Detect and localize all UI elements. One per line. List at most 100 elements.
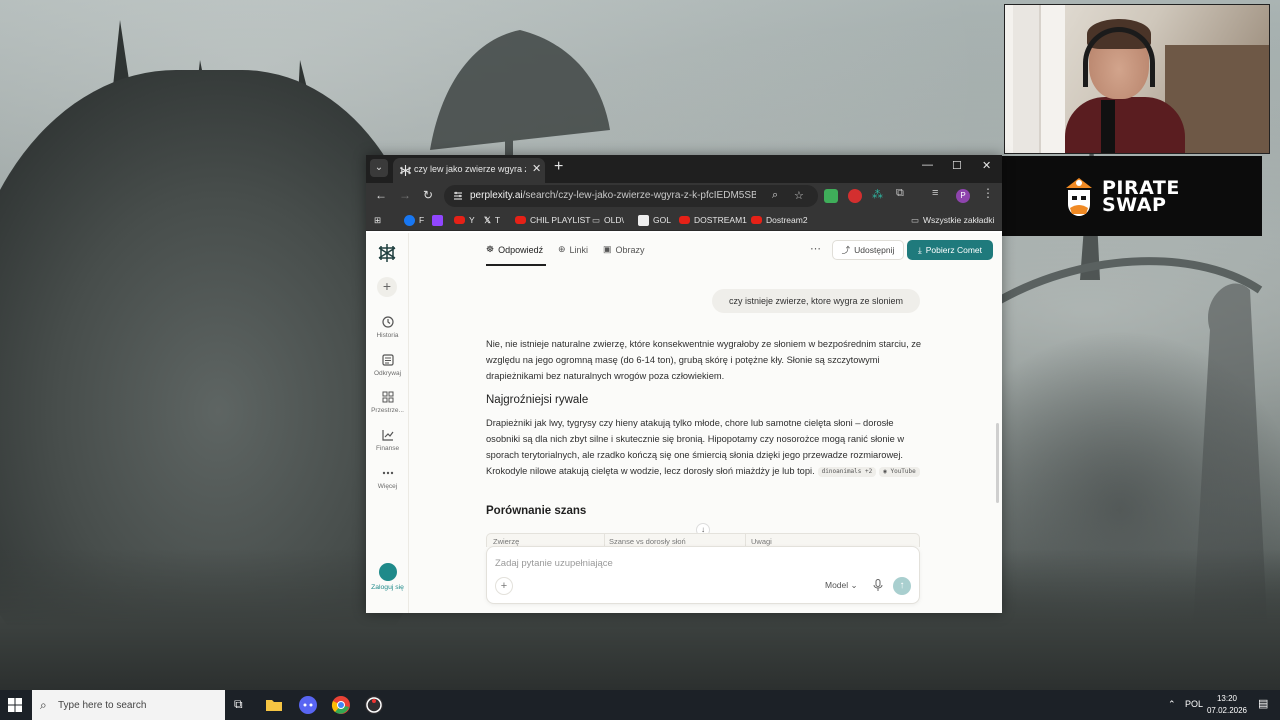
model-selector[interactable]: Model ⌄	[825, 580, 858, 591]
browser-menu-icon[interactable]: ⋮	[982, 186, 996, 200]
send-button[interactable]: ↑	[893, 577, 911, 595]
tray-overflow-icon[interactable]: ⌃	[1168, 699, 1176, 710]
bookmark-x[interactable]: 𝕏T	[484, 213, 500, 227]
sidebar-item-finance[interactable]: Finanse	[366, 428, 409, 452]
sidebar-item-spaces[interactable]: Przestrze...	[366, 390, 409, 414]
bookmark-label: Y	[469, 215, 475, 225]
citation-badge-youtube[interactable]: ◉ YouTube	[879, 467, 920, 477]
bookmark-gol[interactable]: GOL	[638, 213, 671, 227]
table-header-cell: Zwierzę	[493, 537, 520, 546]
tab-links[interactable]: ⊕ Linki	[558, 244, 588, 255]
new-thread-button[interactable]: +	[377, 277, 397, 297]
follow-up-input[interactable]	[495, 555, 895, 571]
media-control-icon[interactable]: ≡	[932, 187, 946, 201]
tab-images[interactable]: ▣ Obrazy	[603, 244, 645, 255]
folder-icon: ▭	[911, 214, 920, 225]
chrome-icon[interactable]	[331, 695, 351, 715]
maximize-icon[interactable]: ☐	[952, 159, 962, 172]
tab-close-icon[interactable]: ✕	[532, 162, 541, 175]
perplexity-favicon-icon	[400, 165, 411, 176]
reload-icon[interactable]: ↻	[423, 188, 433, 202]
minimize-icon[interactable]: —	[922, 159, 933, 171]
bookmark-label: OLD\	[604, 215, 624, 225]
bookmark-label: Wszystkie zakładki	[923, 215, 995, 225]
main-content: ☸ Odpowiedź ⊕ Linki ▣ Obrazy ⋯ ⤴ Udostępnij …	[410, 233, 1002, 613]
discord-icon[interactable]	[298, 695, 318, 715]
obs-icon[interactable]	[364, 695, 384, 715]
translate-extension-icon[interactable]: ⁂	[872, 188, 886, 202]
taskbar-search[interactable]: ⌕	[32, 690, 225, 720]
webcam-curtain	[1013, 5, 1041, 153]
tab-answer[interactable]: ☸ Odpowiedź	[486, 244, 543, 255]
login-button[interactable]: Zaloguj się	[366, 563, 409, 591]
sidebar: + Historia Odkrywaj Przestrze... Finanse…	[366, 233, 409, 613]
sidebar-item-discover[interactable]: Odkrywaj	[366, 353, 409, 377]
apps-grid-icon[interactable]: ⊞	[374, 213, 381, 227]
new-tab-button[interactable]: +	[554, 158, 563, 176]
bookmark-label: F	[419, 215, 425, 225]
microphone-icon[interactable]	[873, 579, 883, 591]
bookmark-youtube-y[interactable]: Y	[454, 213, 475, 227]
input-language[interactable]: POL	[1185, 699, 1203, 709]
folder-icon: ▭	[592, 214, 601, 225]
model-label: Model	[825, 580, 849, 590]
bookmark-facebook[interactable]: F	[404, 213, 424, 227]
share-label: Udostępnij	[854, 245, 895, 255]
bookmark-twitch[interactable]	[432, 213, 443, 227]
attach-plus-button[interactable]: +	[495, 577, 513, 595]
bookmark-folder-old[interactable]: ▭ OLD\	[592, 213, 624, 227]
back-icon[interactable]: ←	[375, 188, 387, 202]
bookmark-chil-playlist[interactable]: CHIL PLAYLIST	[515, 213, 590, 227]
extensions-puzzle-icon[interactable]: ⧉	[896, 187, 910, 201]
system-clock[interactable]: 13:20 07.02.2026	[1202, 693, 1252, 717]
tab-title: czy lew jako zwierze wgyra z k...	[414, 164, 526, 174]
all-bookmarks-folder[interactable]: ▭ Wszystkie zakładki	[911, 213, 994, 227]
share-icon: ⤴	[841, 245, 851, 255]
notifications-icon[interactable]: ▤	[1258, 697, 1268, 710]
windows-taskbar: ⌕ ⧉ ⌃ POL 13:20 07.02.2026 ▤	[0, 690, 1280, 720]
bookmarks-bar: ⊞ F Y 𝕏T CHIL PLAYLIST ▭ OLD\ GOL DOSTREA…	[366, 209, 1002, 231]
download-comet-button[interactable]: ⤓ Pobierz Comet	[907, 240, 993, 260]
answer-heading-rivals: Najgroźniejsi rywale	[486, 394, 589, 406]
sidebar-item-label: Więcej	[377, 483, 398, 490]
webcam-overlay	[1004, 4, 1270, 154]
tab-search-button[interactable]: ⌄	[370, 159, 388, 177]
globe-icon: ⊕	[558, 244, 566, 254]
download-label: Pobierz Comet	[925, 245, 982, 255]
thread-options-icon[interactable]: ⋯	[810, 242, 821, 255]
discover-icon	[381, 354, 394, 366]
gol-icon	[638, 214, 649, 226]
address-bar[interactable]: perplexity.ai/search/czy-lew-jako-zwierz…	[444, 185, 818, 207]
sponsor-brand-line2: SWAP	[1102, 194, 1167, 216]
page-scrollbar[interactable]	[996, 423, 999, 503]
url-host: perplexity.ai	[470, 190, 523, 201]
youtube-icon	[515, 216, 526, 224]
bookmark-dostream1[interactable]: DOSTREAM1	[679, 213, 747, 227]
forward-icon[interactable]: →	[399, 188, 411, 202]
shield-extension-icon[interactable]	[824, 189, 838, 203]
search-icon: ⌕	[40, 698, 47, 712]
sidebar-item-history[interactable]: Historia	[366, 315, 409, 339]
image-icon: ▣	[603, 244, 612, 254]
taskbar-search-input[interactable]	[58, 697, 218, 713]
bookmark-dostream2[interactable]: Dostream2	[751, 213, 808, 227]
ublock-extension-icon[interactable]	[848, 189, 862, 203]
search-lens-icon[interactable]: ⌕	[772, 189, 778, 202]
sidebar-item-more[interactable]: Więcej	[366, 466, 409, 490]
tab-perplexity[interactable]: czy lew jako zwierze wgyra z k... ✕	[393, 158, 545, 183]
windows-start-icon[interactable]	[8, 698, 22, 712]
citation-badge[interactable]: dinoanimals +2	[817, 467, 877, 477]
bookmark-label: DOSTREAM1	[694, 215, 747, 225]
share-button[interactable]: ⤴ Udostępnij	[832, 240, 904, 260]
file-explorer-icon[interactable]	[264, 695, 284, 715]
task-view-icon[interactable]: ⧉	[234, 697, 243, 712]
comparison-table-header: Zwierzę Szanse vs dorosły słoń Uwagi	[486, 533, 920, 548]
bookmark-star-icon[interactable]: ☆	[794, 189, 804, 202]
user-avatar-icon	[378, 563, 397, 581]
chevron-down-icon: ⌄	[850, 580, 858, 590]
site-info-icon[interactable]	[452, 190, 464, 202]
facebook-icon	[404, 214, 415, 226]
profile-avatar-icon[interactable]: P	[956, 189, 970, 203]
perplexity-logo-icon[interactable]	[377, 243, 397, 263]
close-window-icon[interactable]: ✕	[982, 159, 991, 172]
